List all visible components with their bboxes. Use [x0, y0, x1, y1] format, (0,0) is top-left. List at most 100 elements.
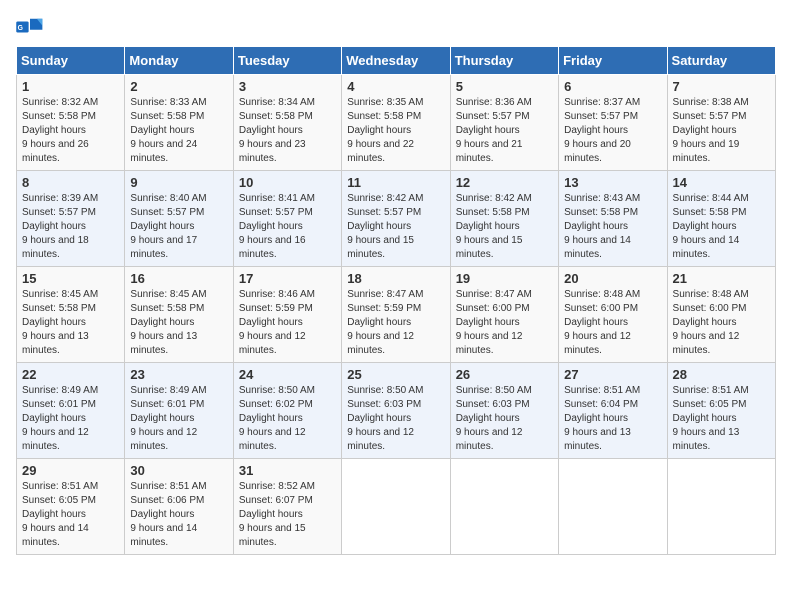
- day-number: 26: [456, 367, 553, 382]
- calendar-cell: 22 Sunrise: 8:49 AM Sunset: 6:01 PM Dayl…: [17, 363, 125, 459]
- calendar-cell: 8 Sunrise: 8:39 AM Sunset: 5:57 PM Dayli…: [17, 171, 125, 267]
- calendar-cell: 21 Sunrise: 8:48 AM Sunset: 6:00 PM Dayl…: [667, 267, 775, 363]
- calendar-cell: 12 Sunrise: 8:42 AM Sunset: 5:58 PM Dayl…: [450, 171, 558, 267]
- day-number: 1: [22, 79, 119, 94]
- day-number: 28: [673, 367, 770, 382]
- calendar-cell: 6 Sunrise: 8:37 AM Sunset: 5:57 PM Dayli…: [559, 75, 667, 171]
- week-row-3: 15 Sunrise: 8:45 AM Sunset: 5:58 PM Dayl…: [17, 267, 776, 363]
- cell-content: Sunrise: 8:48 AM Sunset: 6:00 PM Dayligh…: [564, 288, 661, 358]
- cell-content: Sunrise: 8:42 AM Sunset: 5:58 PM Dayligh…: [456, 192, 553, 262]
- week-row-2: 8 Sunrise: 8:39 AM Sunset: 5:57 PM Dayli…: [17, 171, 776, 267]
- calendar-cell: [667, 459, 775, 555]
- calendar-cell: 13 Sunrise: 8:43 AM Sunset: 5:58 PM Dayl…: [559, 171, 667, 267]
- day-number: 2: [130, 79, 227, 94]
- day-number: 29: [22, 463, 119, 478]
- logo: G: [16, 16, 48, 38]
- calendar-cell: 31 Sunrise: 8:52 AM Sunset: 6:07 PM Dayl…: [233, 459, 341, 555]
- day-number: 7: [673, 79, 770, 94]
- day-number: 6: [564, 79, 661, 94]
- day-number: 8: [22, 175, 119, 190]
- calendar-table: SundayMondayTuesdayWednesdayThursdayFrid…: [16, 46, 776, 555]
- calendar-cell: 17 Sunrise: 8:46 AM Sunset: 5:59 PM Dayl…: [233, 267, 341, 363]
- calendar-cell: [450, 459, 558, 555]
- cell-content: Sunrise: 8:43 AM Sunset: 5:58 PM Dayligh…: [564, 192, 661, 262]
- cell-content: Sunrise: 8:34 AM Sunset: 5:58 PM Dayligh…: [239, 96, 336, 166]
- calendar-cell: 9 Sunrise: 8:40 AM Sunset: 5:57 PM Dayli…: [125, 171, 233, 267]
- day-number: 10: [239, 175, 336, 190]
- calendar-cell: 16 Sunrise: 8:45 AM Sunset: 5:58 PM Dayl…: [125, 267, 233, 363]
- calendar-cell: 20 Sunrise: 8:48 AM Sunset: 6:00 PM Dayl…: [559, 267, 667, 363]
- day-number: 30: [130, 463, 227, 478]
- cell-content: Sunrise: 8:52 AM Sunset: 6:07 PM Dayligh…: [239, 480, 336, 550]
- day-number: 19: [456, 271, 553, 286]
- cell-content: Sunrise: 8:44 AM Sunset: 5:58 PM Dayligh…: [673, 192, 770, 262]
- calendar-cell: 4 Sunrise: 8:35 AM Sunset: 5:58 PM Dayli…: [342, 75, 450, 171]
- calendar-cell: 3 Sunrise: 8:34 AM Sunset: 5:58 PM Dayli…: [233, 75, 341, 171]
- day-number: 31: [239, 463, 336, 478]
- day-header-monday: Monday: [125, 47, 233, 75]
- calendar-cell: 7 Sunrise: 8:38 AM Sunset: 5:57 PM Dayli…: [667, 75, 775, 171]
- day-header-sunday: Sunday: [17, 47, 125, 75]
- day-number: 12: [456, 175, 553, 190]
- day-number: 16: [130, 271, 227, 286]
- calendar-cell: 30 Sunrise: 8:51 AM Sunset: 6:06 PM Dayl…: [125, 459, 233, 555]
- calendar-cell: 23 Sunrise: 8:49 AM Sunset: 6:01 PM Dayl…: [125, 363, 233, 459]
- day-number: 22: [22, 367, 119, 382]
- week-row-5: 29 Sunrise: 8:51 AM Sunset: 6:05 PM Dayl…: [17, 459, 776, 555]
- calendar-cell: 28 Sunrise: 8:51 AM Sunset: 6:05 PM Dayl…: [667, 363, 775, 459]
- cell-content: Sunrise: 8:40 AM Sunset: 5:57 PM Dayligh…: [130, 192, 227, 262]
- cell-content: Sunrise: 8:38 AM Sunset: 5:57 PM Dayligh…: [673, 96, 770, 166]
- cell-content: Sunrise: 8:37 AM Sunset: 5:57 PM Dayligh…: [564, 96, 661, 166]
- cell-content: Sunrise: 8:50 AM Sunset: 6:02 PM Dayligh…: [239, 384, 336, 454]
- cell-content: Sunrise: 8:51 AM Sunset: 6:05 PM Dayligh…: [22, 480, 119, 550]
- cell-content: Sunrise: 8:41 AM Sunset: 5:57 PM Dayligh…: [239, 192, 336, 262]
- calendar-cell: 19 Sunrise: 8:47 AM Sunset: 6:00 PM Dayl…: [450, 267, 558, 363]
- cell-content: Sunrise: 8:49 AM Sunset: 6:01 PM Dayligh…: [22, 384, 119, 454]
- week-row-1: 1 Sunrise: 8:32 AM Sunset: 5:58 PM Dayli…: [17, 75, 776, 171]
- calendar-cell: 11 Sunrise: 8:42 AM Sunset: 5:57 PM Dayl…: [342, 171, 450, 267]
- calendar-cell: 26 Sunrise: 8:50 AM Sunset: 6:03 PM Dayl…: [450, 363, 558, 459]
- calendar-cell: [559, 459, 667, 555]
- day-number: 4: [347, 79, 444, 94]
- day-number: 5: [456, 79, 553, 94]
- day-number: 14: [673, 175, 770, 190]
- calendar-cell: 1 Sunrise: 8:32 AM Sunset: 5:58 PM Dayli…: [17, 75, 125, 171]
- day-header-friday: Friday: [559, 47, 667, 75]
- calendar-cell: 14 Sunrise: 8:44 AM Sunset: 5:58 PM Dayl…: [667, 171, 775, 267]
- calendar-cell: 25 Sunrise: 8:50 AM Sunset: 6:03 PM Dayl…: [342, 363, 450, 459]
- day-number: 25: [347, 367, 444, 382]
- day-headers-row: SundayMondayTuesdayWednesdayThursdayFrid…: [17, 47, 776, 75]
- calendar-cell: 27 Sunrise: 8:51 AM Sunset: 6:04 PM Dayl…: [559, 363, 667, 459]
- calendar-cell: 10 Sunrise: 8:41 AM Sunset: 5:57 PM Dayl…: [233, 171, 341, 267]
- cell-content: Sunrise: 8:45 AM Sunset: 5:58 PM Dayligh…: [130, 288, 227, 358]
- cell-content: Sunrise: 8:46 AM Sunset: 5:59 PM Dayligh…: [239, 288, 336, 358]
- cell-content: Sunrise: 8:32 AM Sunset: 5:58 PM Dayligh…: [22, 96, 119, 166]
- cell-content: Sunrise: 8:33 AM Sunset: 5:58 PM Dayligh…: [130, 96, 227, 166]
- cell-content: Sunrise: 8:49 AM Sunset: 6:01 PM Dayligh…: [130, 384, 227, 454]
- day-number: 9: [130, 175, 227, 190]
- day-number: 18: [347, 271, 444, 286]
- cell-content: Sunrise: 8:36 AM Sunset: 5:57 PM Dayligh…: [456, 96, 553, 166]
- svg-text:G: G: [18, 25, 23, 32]
- header: G: [16, 16, 776, 38]
- cell-content: Sunrise: 8:47 AM Sunset: 5:59 PM Dayligh…: [347, 288, 444, 358]
- day-number: 3: [239, 79, 336, 94]
- week-row-4: 22 Sunrise: 8:49 AM Sunset: 6:01 PM Dayl…: [17, 363, 776, 459]
- day-number: 27: [564, 367, 661, 382]
- day-number: 23: [130, 367, 227, 382]
- day-number: 15: [22, 271, 119, 286]
- cell-content: Sunrise: 8:51 AM Sunset: 6:05 PM Dayligh…: [673, 384, 770, 454]
- cell-content: Sunrise: 8:48 AM Sunset: 6:00 PM Dayligh…: [673, 288, 770, 358]
- day-header-thursday: Thursday: [450, 47, 558, 75]
- calendar-cell: 2 Sunrise: 8:33 AM Sunset: 5:58 PM Dayli…: [125, 75, 233, 171]
- day-header-wednesday: Wednesday: [342, 47, 450, 75]
- day-header-saturday: Saturday: [667, 47, 775, 75]
- day-number: 13: [564, 175, 661, 190]
- day-number: 20: [564, 271, 661, 286]
- cell-content: Sunrise: 8:51 AM Sunset: 6:06 PM Dayligh…: [130, 480, 227, 550]
- day-header-tuesday: Tuesday: [233, 47, 341, 75]
- calendar-cell: 18 Sunrise: 8:47 AM Sunset: 5:59 PM Dayl…: [342, 267, 450, 363]
- calendar-cell: [342, 459, 450, 555]
- day-number: 11: [347, 175, 444, 190]
- calendar-cell: 15 Sunrise: 8:45 AM Sunset: 5:58 PM Dayl…: [17, 267, 125, 363]
